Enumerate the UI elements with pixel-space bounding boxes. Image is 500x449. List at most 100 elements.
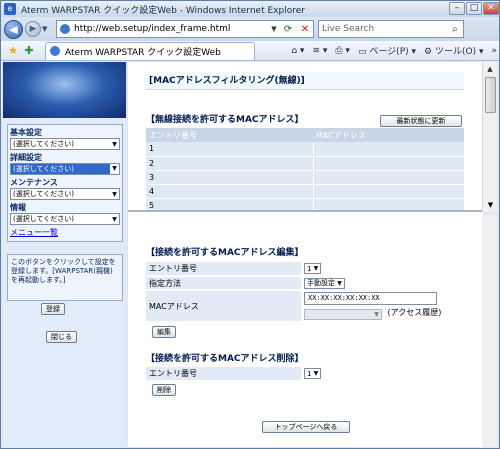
- allowed-list-heading: 【無線接続を許可するMACアドレス】: [146, 115, 304, 125]
- edit-form-table: エントリ番号 1 ▼ 指定方法 手動設定 ▼ MACアドレス XX:XX:XX:…: [146, 262, 464, 323]
- menu-list-link[interactable]: メニュー一覧: [10, 227, 120, 238]
- update-button[interactable]: 最新状態に更新: [380, 115, 462, 127]
- form-row: MACアドレス XX:XX:XX:XX:XX:XX ▼ (アクセス履歴): [146, 290, 464, 323]
- page-menu[interactable]: ▭ ページ(P) ▾: [358, 44, 416, 57]
- add-favorite-icon[interactable]: ✚: [23, 44, 35, 57]
- back-button[interactable]: ◀: [4, 19, 23, 39]
- vertical-scrollbar[interactable]: ▲ ▼: [482, 62, 497, 212]
- form-row: 指定方法 手動設定 ▼: [146, 276, 464, 291]
- gear-icon: ⚙: [424, 47, 433, 57]
- favorites-star-icon[interactable]: ★: [7, 44, 19, 57]
- search-field[interactable]: Live Search ⌕: [318, 20, 464, 38]
- table-header-row: エントリ番号 MACアドレス: [146, 128, 464, 142]
- register-button[interactable]: 登録: [41, 303, 65, 315]
- edit-entry-label: エントリ番号: [146, 262, 301, 277]
- edit-entry-select[interactable]: 1 ▼: [304, 263, 322, 274]
- delete-section-heading: 【接続を許可するMACアドレス削除】: [146, 354, 304, 364]
- page-icon: [60, 24, 70, 34]
- mac-address-input[interactable]: XX:XX:XX:XX:XX:XX: [304, 291, 437, 305]
- form-row: エントリ番号 1 ▼: [146, 367, 464, 382]
- sidebar-frame: 基本設定 (選択してください) ▼ 詳細設定 (選択してください) ▼ メンテナ…: [3, 62, 126, 447]
- chevron-down-icon: ▼: [337, 279, 342, 287]
- table-row: 1: [146, 142, 464, 157]
- back-to-top-button[interactable]: トップページへ戻る: [262, 421, 350, 433]
- chevron-down-icon: ▼: [112, 215, 117, 223]
- page-menu-label: ページ(P): [369, 47, 409, 57]
- history-dropdown-icon[interactable]: ▼: [42, 25, 50, 33]
- tools-menu[interactable]: ⚙ ツール(O) ▾: [424, 44, 483, 57]
- entry-cell: 4: [146, 184, 313, 199]
- sidebar-menu: 基本設定 (選択してください) ▼ 詳細設定 (選択してください) ▼ メンテナ…: [3, 118, 126, 447]
- delete-entry-select[interactable]: 1 ▼: [304, 368, 322, 379]
- chevron-right-icon[interactable]: »: [491, 46, 497, 56]
- browser-window: e Aterm WARPSTAR クイック設定Web - Windows Int…: [0, 0, 500, 449]
- basic-settings-value: (選択してください): [13, 140, 75, 148]
- browser-tab[interactable]: Aterm WARPSTAR クイック設定Web: [45, 41, 255, 60]
- basic-settings-label: 基本設定: [10, 128, 42, 137]
- info-label: 情報: [10, 203, 26, 212]
- method-label: 指定方法: [146, 276, 301, 291]
- home-icon[interactable]: ⌂ ▾: [291, 46, 304, 56]
- page-title: [MACアドレスフィルタリング(無線)]: [146, 72, 464, 90]
- chevron-down-icon: ▼: [313, 370, 319, 377]
- advanced-settings-select[interactable]: (選択してください) ▼: [10, 163, 120, 175]
- window-title: Aterm WARPSTAR クイック設定Web - Windows Inter…: [21, 5, 305, 16]
- stop-icon[interactable]: ✕: [297, 24, 313, 35]
- feeds-icon[interactable]: ≋ ▾: [312, 46, 327, 56]
- chevron-down-icon: ▼: [110, 164, 119, 174]
- mac-edit-frame: 【接続を許可するMACアドレス編集】 エントリ番号 1 ▼ 指定方法 手動設定 …: [128, 215, 483, 447]
- mac-label: MACアドレス: [146, 290, 301, 323]
- command-tools: ⌂ ▾ ≋ ▾ ⎙ ▾ ▭ ページ(P) ▾ ⚙ ツール(O) ▾ »: [291, 44, 497, 58]
- print-icon[interactable]: ⎙ ▾: [335, 46, 350, 56]
- table-row: 2: [146, 156, 464, 171]
- mac-cell: [312, 184, 464, 199]
- scroll-down-icon[interactable]: ▼: [483, 198, 498, 212]
- info-select[interactable]: (選択してください) ▼: [10, 213, 120, 225]
- allowed-mac-table: エントリ番号 MACアドレス 1 2 3 4 5: [146, 128, 464, 210]
- url-text[interactable]: http://web.setup/index_frame.html: [74, 24, 269, 34]
- window-controls: – □ ✕: [449, 2, 499, 15]
- edit-section-heading: 【接続を許可するMACアドレス編集】: [146, 248, 304, 258]
- method-value: 手動設定: [307, 279, 335, 287]
- minimize-button[interactable]: –: [449, 2, 465, 15]
- delete-button[interactable]: 削除: [152, 384, 176, 396]
- mac-list-frame: [MACアドレスフィルタリング(無線)] 【無線接続を許可するMACアドレス】 …: [128, 62, 483, 212]
- mac-cell: [312, 156, 464, 171]
- maintenance-select[interactable]: (選択してください) ▼: [10, 188, 120, 200]
- chevron-down-icon: ▼: [112, 190, 117, 198]
- maximize-button[interactable]: □: [466, 2, 482, 15]
- table-row: 3: [146, 170, 464, 185]
- delete-form-table: エントリ番号 1 ▼: [146, 367, 464, 382]
- maintenance-label: メンテナンス: [10, 178, 58, 187]
- forward-button[interactable]: ▶: [25, 21, 41, 37]
- entry-cell: 1: [146, 142, 313, 157]
- advanced-settings-value: (選択してください): [13, 165, 75, 173]
- search-icon[interactable]: ⌕: [447, 24, 463, 35]
- column-header-mac: MACアドレス: [313, 128, 464, 142]
- refresh-icon[interactable]: ⟳: [279, 24, 297, 35]
- advanced-settings-label: 詳細設定: [10, 153, 42, 162]
- url-field[interactable]: http://web.setup/index_frame.html ▼ ⟳ ✕: [56, 20, 314, 38]
- mac-cell: [312, 170, 464, 185]
- main-content: [MACアドレスフィルタリング(無線)] 【無線接続を許可するMACアドレス】 …: [128, 62, 483, 447]
- scrollbar-track: [482, 215, 497, 447]
- access-history-select[interactable]: ▼: [304, 309, 382, 321]
- scroll-up-icon[interactable]: ▲: [483, 62, 497, 76]
- settings-menu-box: 基本設定 (選択してください) ▼ 詳細設定 (選択してください) ▼ メンテナ…: [7, 124, 123, 242]
- delete-entry-label: エントリ番号: [146, 367, 301, 382]
- method-cell: 手動設定 ▼: [301, 276, 464, 291]
- url-dropdown-icon[interactable]: ▼: [269, 25, 279, 33]
- edit-button[interactable]: 編集: [152, 326, 176, 338]
- info-value: (選択してください): [13, 215, 75, 223]
- close-window-button[interactable]: ✕: [483, 2, 499, 15]
- command-bar: ★ ✚ Aterm WARPSTAR クイック設定Web ⌂ ▾ ≋ ▾ ⎙ ▾…: [1, 41, 499, 61]
- tools-menu-label: ツール(O): [434, 47, 477, 57]
- search-placeholder[interactable]: Live Search: [322, 24, 447, 34]
- column-header-entry: エントリ番号: [146, 128, 313, 142]
- tab-page-icon: [50, 46, 60, 56]
- close-button[interactable]: 閉じる: [46, 331, 77, 343]
- method-select[interactable]: 手動設定 ▼: [304, 277, 345, 289]
- basic-settings-select[interactable]: (選択してください) ▼: [10, 138, 120, 150]
- scrollbar-thumb[interactable]: [485, 77, 496, 113]
- delete-entry-cell: 1 ▼: [301, 367, 464, 382]
